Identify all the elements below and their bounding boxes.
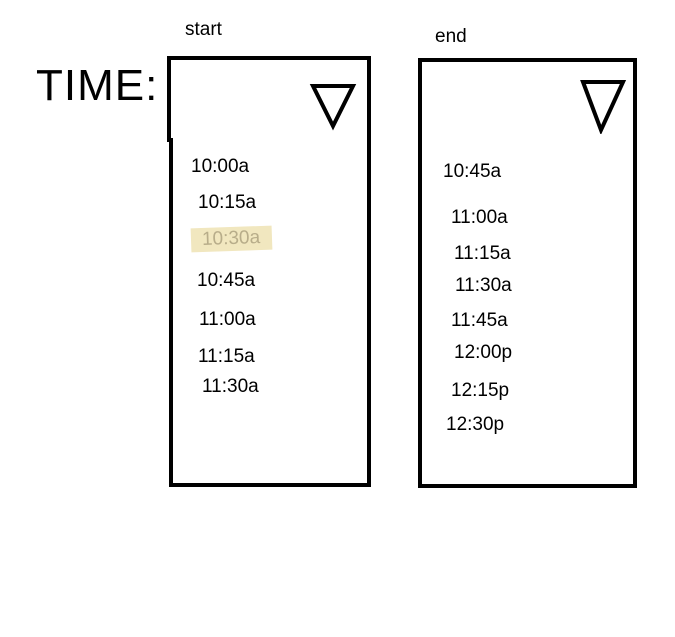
start-option-1115a[interactable]: 11:15a bbox=[198, 346, 255, 368]
start-time-list: 10:00a 10:15a 10:30a 10:45a 11:00a 11:15… bbox=[169, 138, 371, 487]
time-label: TIME: bbox=[36, 61, 159, 110]
start-option-1030a-highlighted[interactable]: 10:30a bbox=[190, 225, 273, 253]
end-option-1115a[interactable]: 11:15a bbox=[454, 243, 511, 265]
start-option-1000a[interactable]: 10:00a bbox=[191, 156, 249, 178]
start-label: start bbox=[185, 19, 222, 40]
end-option-1230p[interactable]: 12:30p bbox=[446, 414, 504, 436]
chevron-down-icon[interactable] bbox=[309, 82, 357, 132]
end-time-select[interactable] bbox=[418, 58, 637, 148]
start-option-1015a[interactable]: 10:15a bbox=[198, 192, 256, 214]
end-option-1130a[interactable]: 11:30a bbox=[455, 275, 512, 297]
end-option-1045a[interactable]: 10:45a bbox=[443, 161, 501, 183]
start-option-1045a[interactable]: 10:45a bbox=[197, 270, 255, 292]
start-option-1130a[interactable]: 11:30a bbox=[202, 376, 259, 398]
end-option-1145a[interactable]: 11:45a bbox=[451, 310, 508, 332]
end-time-list: 10:45a 11:00a 11:15a 11:30a 11:45a 12:00… bbox=[418, 144, 637, 488]
end-option-1100a[interactable]: 11:00a bbox=[451, 207, 508, 229]
chevron-down-icon[interactable] bbox=[579, 78, 627, 134]
end-label: end bbox=[435, 26, 467, 47]
end-option-1215p[interactable]: 12:15p bbox=[451, 380, 509, 402]
start-time-select[interactable] bbox=[167, 56, 371, 142]
end-option-1200p[interactable]: 12:00p bbox=[454, 342, 512, 364]
start-option-1100a[interactable]: 11:00a bbox=[199, 309, 256, 331]
